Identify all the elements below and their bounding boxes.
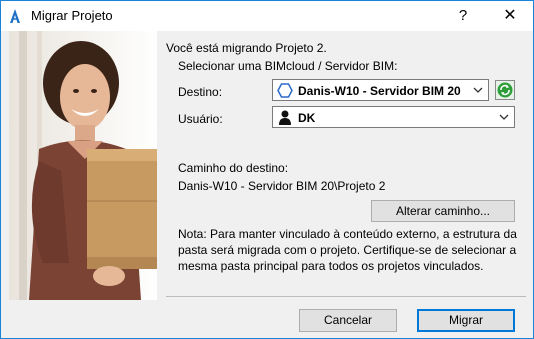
select-server-label: Selecionar uma BIMcloud / Servidor BIM: (178, 59, 398, 73)
chevron-down-icon (473, 87, 483, 93)
user-icon (279, 110, 291, 125)
refresh-button[interactable] (495, 80, 515, 100)
user-label: Usuário: (178, 112, 223, 126)
destination-path-label: Caminho do destino: (178, 161, 289, 175)
chevron-down-icon (499, 114, 509, 120)
destination-path-value: Danis-W10 - Servidor BIM 20\Projeto 2 (178, 179, 386, 193)
intro-text: Você está migrando Projeto 2. (166, 41, 327, 55)
help-button[interactable]: ? (448, 3, 478, 29)
illustration-image (9, 31, 157, 300)
server-hexagon-icon (277, 83, 293, 98)
destination-value: Danis-W10 - Servidor BIM 20 (298, 84, 461, 98)
user-value: DK (298, 111, 316, 125)
change-path-button[interactable]: Alterar caminho... (371, 200, 515, 222)
note-text: Nota: Para manter vinculado à conteúdo e… (178, 227, 517, 273)
window-title: Migrar Projeto (31, 8, 113, 23)
destination-label: Destino: (178, 85, 223, 99)
title-bar: Migrar Projeto ? ✕ (1, 1, 533, 31)
dialog-body: Você está migrando Projeto 2. Selecionar… (1, 31, 533, 338)
divider (166, 296, 526, 297)
user-dropdown[interactable]: DK (272, 106, 515, 128)
archicad-icon (10, 9, 20, 23)
refresh-icon (497, 82, 513, 98)
close-button[interactable]: ✕ (490, 3, 530, 29)
cancel-button[interactable]: Cancelar (299, 309, 397, 332)
migrate-project-dialog: Migrar Projeto ? ✕ Você está migrando Pr… (0, 0, 534, 339)
migrate-button[interactable]: Migrar (417, 309, 515, 332)
destination-dropdown[interactable]: Danis-W10 - Servidor BIM 20 (272, 79, 489, 101)
